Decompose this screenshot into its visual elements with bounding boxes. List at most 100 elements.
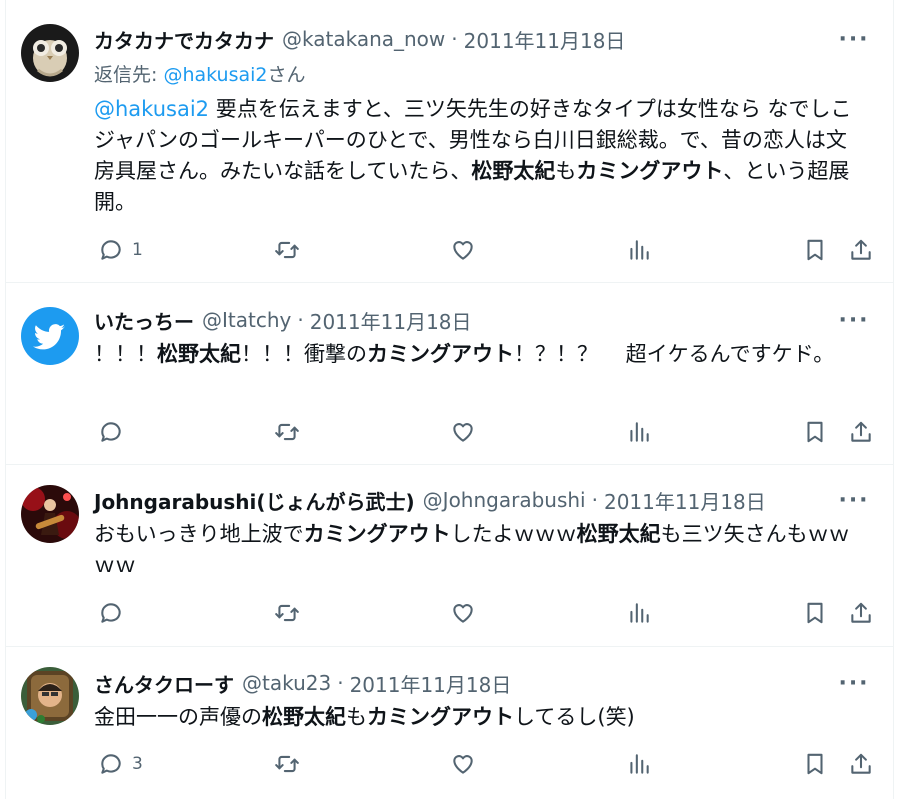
share-button[interactable] <box>848 234 874 266</box>
highlight-term: 松野太紀 <box>262 705 346 729</box>
share-icon <box>851 239 871 260</box>
text-segment: ！！！衝撃の <box>241 342 367 366</box>
text-segment: したよｗｗｗ <box>450 522 577 546</box>
more-options-button[interactable]: ··· <box>838 26 870 52</box>
tweet-actions <box>94 416 879 448</box>
tweet[interactable]: カタカナでカタカナ @katakana_now · 2011年11月18日 ··… <box>6 0 893 283</box>
more-icon: ··· <box>838 26 870 52</box>
timestamp[interactable]: 2011年11月18日 <box>350 669 512 698</box>
highlight-term: 松野太紀 <box>157 342 241 366</box>
timestamp[interactable]: 2011年11月18日 <box>604 486 766 515</box>
tweet[interactable]: Johngarabushi(じょんがら武士) @Johngarabushi · … <box>6 465 893 647</box>
like-icon <box>453 423 473 442</box>
reply-icon <box>101 603 121 623</box>
avatar[interactable] <box>21 485 79 543</box>
like-button[interactable] <box>450 416 476 448</box>
reply-suffix: さん <box>267 64 306 86</box>
display-name[interactable]: カタカナでカタカナ <box>94 25 274 54</box>
share-button[interactable] <box>848 748 874 780</box>
views-button[interactable] <box>626 416 652 448</box>
like-button[interactable] <box>450 597 476 629</box>
handle[interactable]: @katakana_now <box>282 27 445 51</box>
bookmark-button[interactable] <box>802 597 828 629</box>
retweet-icon <box>275 241 299 259</box>
like-button[interactable] <box>450 748 476 780</box>
reply-button[interactable] <box>98 597 132 629</box>
like-icon <box>453 241 473 260</box>
share-button[interactable] <box>848 416 874 448</box>
reply-button[interactable] <box>98 416 132 448</box>
retweet-icon <box>275 755 299 773</box>
handle[interactable]: @taku23 <box>242 671 331 695</box>
share-icon <box>851 753 871 774</box>
retweet-button[interactable] <box>274 748 300 780</box>
more-icon: ··· <box>838 307 870 333</box>
reply-mention-link[interactable]: @hakusai2 <box>163 64 267 86</box>
text-segment: 金田一一の声優の <box>94 705 262 729</box>
more-icon: ··· <box>838 670 870 696</box>
bookmark-icon <box>807 239 823 261</box>
bookmark-button[interactable] <box>802 234 828 266</box>
retweet-icon <box>275 423 299 441</box>
text-segment: ！？！？ 超イケるんですケド。 <box>514 342 835 366</box>
timestamp[interactable]: 2011年11月18日 <box>310 306 472 335</box>
views-icon <box>630 754 649 774</box>
highlight-term: カミングアウト <box>303 522 451 546</box>
text-segment: ！！！ <box>94 342 157 366</box>
retweet-button[interactable] <box>274 597 300 629</box>
display-name[interactable]: Johngarabushi(じょんがら武士) <box>94 486 415 515</box>
share-button[interactable] <box>848 597 874 629</box>
reply-button[interactable]: 3 <box>98 748 143 780</box>
views-icon <box>630 240 649 260</box>
avatar[interactable] <box>21 667 79 725</box>
tweet-actions <box>94 597 879 629</box>
display-name[interactable]: さんタクローす <box>94 669 234 698</box>
reply-icon <box>101 754 121 774</box>
avatar[interactable] <box>21 24 79 82</box>
separator: · <box>337 671 344 695</box>
tweet-header: Johngarabushi(じょんがら武士) @Johngarabushi · … <box>94 486 766 514</box>
bookmark-button[interactable] <box>802 416 828 448</box>
views-icon <box>630 422 649 442</box>
text-segment: も <box>555 159 577 183</box>
tweet-text: @hakusai2 要点を伝えますと、三ツ矢先生の好きなタイプは女性なら なでし… <box>94 94 864 218</box>
separator: · <box>591 488 598 512</box>
avatar[interactable] <box>21 307 79 365</box>
highlight-term: カミングアウト <box>367 342 514 366</box>
highlight-term: 松野太紀 <box>576 522 661 546</box>
tweet-feed: カタカナでカタカナ @katakana_now · 2011年11月18日 ··… <box>5 0 894 799</box>
reply-count: 3 <box>132 754 143 774</box>
highlight-term: カミングアウト <box>367 705 514 729</box>
text-segment: おもいっきり地上波で <box>94 522 304 546</box>
share-icon <box>851 421 871 442</box>
tweet[interactable]: いたっちー @Itatchy · 2011年11月18日 ··· ！！！松野太紀… <box>6 283 893 465</box>
tweet-header: さんタクローす @taku23 · 2011年11月18日 <box>94 669 511 697</box>
reply-count: 1 <box>132 240 143 260</box>
retweet-icon <box>275 604 299 622</box>
mention-link[interactable]: @hakusai2 <box>94 97 209 121</box>
retweet-button[interactable] <box>274 416 300 448</box>
tweet-actions: 1 <box>94 234 879 266</box>
tweet-header: いたっちー @Itatchy · 2011年11月18日 <box>94 306 472 334</box>
retweet-button[interactable] <box>274 234 300 266</box>
views-icon <box>630 603 649 623</box>
views-button[interactable] <box>626 597 652 629</box>
more-options-button[interactable]: ··· <box>838 307 870 333</box>
views-button[interactable] <box>626 748 652 780</box>
tweet-text: おもいっきり地上波でカミングアウトしたよｗｗｗ松野太紀も三ツ矢さんもｗｗｗｗ <box>94 519 864 581</box>
reply-button[interactable]: 1 <box>98 234 143 266</box>
bookmark-button[interactable] <box>802 748 828 780</box>
like-icon <box>453 755 473 774</box>
share-icon <box>851 602 871 623</box>
display-name[interactable]: いたっちー <box>94 306 194 335</box>
like-button[interactable] <box>450 234 476 266</box>
views-button[interactable] <box>626 234 652 266</box>
handle[interactable]: @Johngarabushi <box>423 488 586 512</box>
text-segment: してるし(笑) <box>514 705 635 729</box>
more-options-button[interactable]: ··· <box>838 670 870 696</box>
more-icon: ··· <box>838 487 870 513</box>
handle[interactable]: @Itatchy <box>202 308 291 332</box>
timestamp[interactable]: 2011年11月18日 <box>464 25 626 54</box>
tweet[interactable]: さんタクローす @taku23 · 2011年11月18日 ··· 金田一一の声… <box>6 647 893 799</box>
more-options-button[interactable]: ··· <box>838 487 870 513</box>
